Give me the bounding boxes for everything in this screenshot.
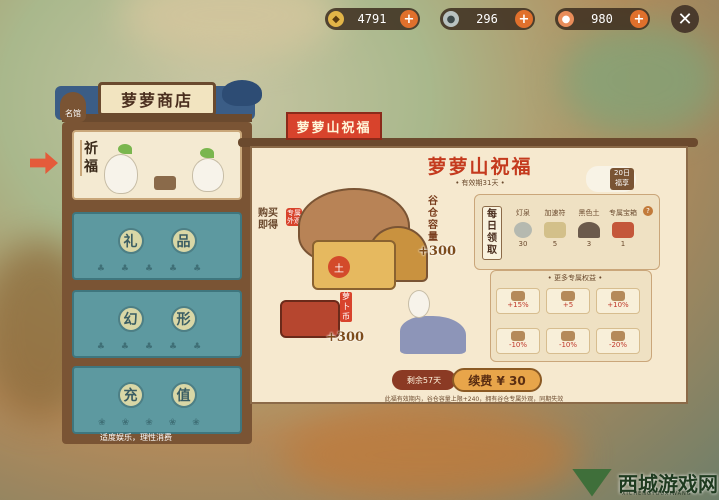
gold-value: 4791 [357, 12, 387, 26]
daily-claim-label: 每日领取 [482, 206, 502, 260]
tab-recharge-char: 值 [170, 382, 197, 408]
perk-icon [611, 331, 625, 341]
perk-item: -10% [546, 328, 590, 354]
tab-transform-char: 幻 [117, 306, 144, 332]
panel-title: 萝萝山祝福 [427, 156, 533, 178]
tab-transform-char: 形 [170, 306, 197, 332]
perk-icon [511, 331, 525, 341]
daily-item-count: 30 [518, 240, 528, 248]
granary-plus-value: +300 [418, 244, 457, 259]
remaining-days: 剩余57天 [392, 370, 456, 390]
stone-pile [400, 316, 466, 354]
tab-gifts-char: 礼 [117, 228, 144, 254]
add-silver-button[interactable]: + [515, 10, 533, 28]
benefit-tip: 此福有效期内，谷仓容量上限+240，拥有谷仓专属外观，同期失效 [384, 396, 564, 403]
validity-text: • 有效期31天 • [455, 179, 505, 187]
shop-title: 萝萝商店 [98, 82, 216, 116]
tab-recharge[interactable]: 充 值 ❀❀❀❀❀ [72, 366, 242, 434]
perk-icon [611, 291, 625, 301]
leaf-icon [200, 148, 214, 158]
daily-item-count: 5 [552, 240, 558, 248]
perk-item: +5 [546, 288, 590, 314]
speed-talisman-icon [544, 222, 566, 238]
daily-item-name: 专属宝箱 [609, 209, 637, 217]
tab-blessing[interactable]: 祈福 [72, 130, 242, 200]
background-foliage [560, 20, 719, 140]
peach-resource: ● 980 + [555, 8, 650, 30]
perk-value: +15% [507, 301, 529, 309]
lantern-coin-icon [514, 222, 532, 238]
daily-item[interactable]: 黑色土 3 [572, 208, 606, 248]
treasure-box-icon [612, 222, 634, 238]
background-ground [280, 410, 580, 500]
radish-coin-plus-value: +300 [326, 330, 365, 345]
roof-band [62, 114, 252, 122]
daily-item-count: 1 [620, 240, 626, 248]
gold-resource: ◆ 4791 + [325, 8, 420, 30]
perk-item: +15% [496, 288, 540, 314]
radish-coin-label: 萝卜币 [340, 292, 352, 322]
gold-coin-icon: ◆ [328, 11, 344, 27]
decor-dots: ♣♣♣♣♣ [96, 342, 218, 352]
daily-item-count: 3 [586, 240, 592, 248]
radish-worker-icon [408, 290, 430, 318]
daily-item-name: 加速符 [544, 209, 566, 217]
peach-icon: ● [558, 11, 574, 27]
watermark-logo-icon [572, 468, 612, 497]
bird-ornament-icon [222, 80, 262, 106]
renew-button[interactable]: 续费 ¥ 30 [452, 368, 542, 392]
perk-value: +5 [562, 301, 574, 309]
leaf-icon [118, 144, 132, 154]
days-badge: 20日 福享 [610, 168, 634, 190]
background-roof [120, 0, 340, 60]
watermark-subtext: XICHENGYOUXIWANG [622, 491, 692, 497]
add-peach-button[interactable]: + [630, 10, 648, 28]
panel-tag: 萝萝山祝福 [286, 112, 382, 140]
perk-item: -10% [496, 328, 540, 354]
decor-dots: ♣♣♣♣♣ [96, 264, 218, 274]
perk-item: +10% [596, 288, 640, 314]
close-icon: ✕ [677, 8, 693, 30]
daily-item-name: 黑色土 [578, 209, 600, 217]
radish-mascot-icon [192, 158, 224, 192]
shop-badge[interactable]: 名馆 [60, 92, 86, 122]
daily-item[interactable]: 专属宝箱 1 [606, 208, 640, 248]
incense-burner-icon [154, 176, 176, 190]
decor-dots: ❀❀❀❀❀ [98, 418, 216, 428]
perk-item: -20% [596, 328, 640, 354]
tab-transform[interactable]: 幻 形 ♣♣♣♣♣ [72, 290, 242, 358]
perk-value: +10% [607, 301, 629, 309]
more-perks-title: • 更多专属权益 • [547, 274, 603, 282]
perk-icon [561, 331, 575, 341]
perk-value: -10% [558, 341, 578, 349]
tab-gifts-char: 品 [170, 228, 197, 254]
silver-value: 296 [476, 12, 498, 26]
tab-gifts[interactable]: 礼 品 ♣♣♣♣♣ [72, 212, 242, 280]
perk-value: -20% [608, 341, 628, 349]
daily-item[interactable]: 加速符 5 [538, 208, 572, 248]
daily-item[interactable]: 灯泉 30 [506, 208, 540, 248]
perk-icon [511, 291, 525, 301]
perk-value: -10% [508, 341, 528, 349]
daily-item-name: 灯泉 [516, 209, 530, 217]
selected-arrow-icon [30, 152, 58, 174]
close-button[interactable]: ✕ [671, 5, 699, 33]
play-moderately-note: 适度娱乐，理性消费 [100, 433, 172, 442]
black-soil-icon [578, 222, 600, 238]
tab-blessing-label: 祈福 [80, 140, 100, 176]
granary-body [312, 240, 396, 290]
radish-mascot-icon [104, 154, 138, 194]
tab-recharge-char: 充 [117, 382, 144, 408]
silver-resource: ● 296 + [440, 8, 535, 30]
granary-capacity-label: 谷仓容量 [428, 196, 438, 243]
add-gold-button[interactable]: + [400, 10, 418, 28]
silver-coin-icon: ● [443, 11, 459, 27]
perk-icon [561, 291, 575, 301]
peach-value: 980 [591, 12, 613, 26]
buy-label: 购买即得 [258, 208, 278, 231]
help-icon[interactable]: ? [643, 206, 653, 216]
granary-door: 土 [328, 256, 350, 278]
